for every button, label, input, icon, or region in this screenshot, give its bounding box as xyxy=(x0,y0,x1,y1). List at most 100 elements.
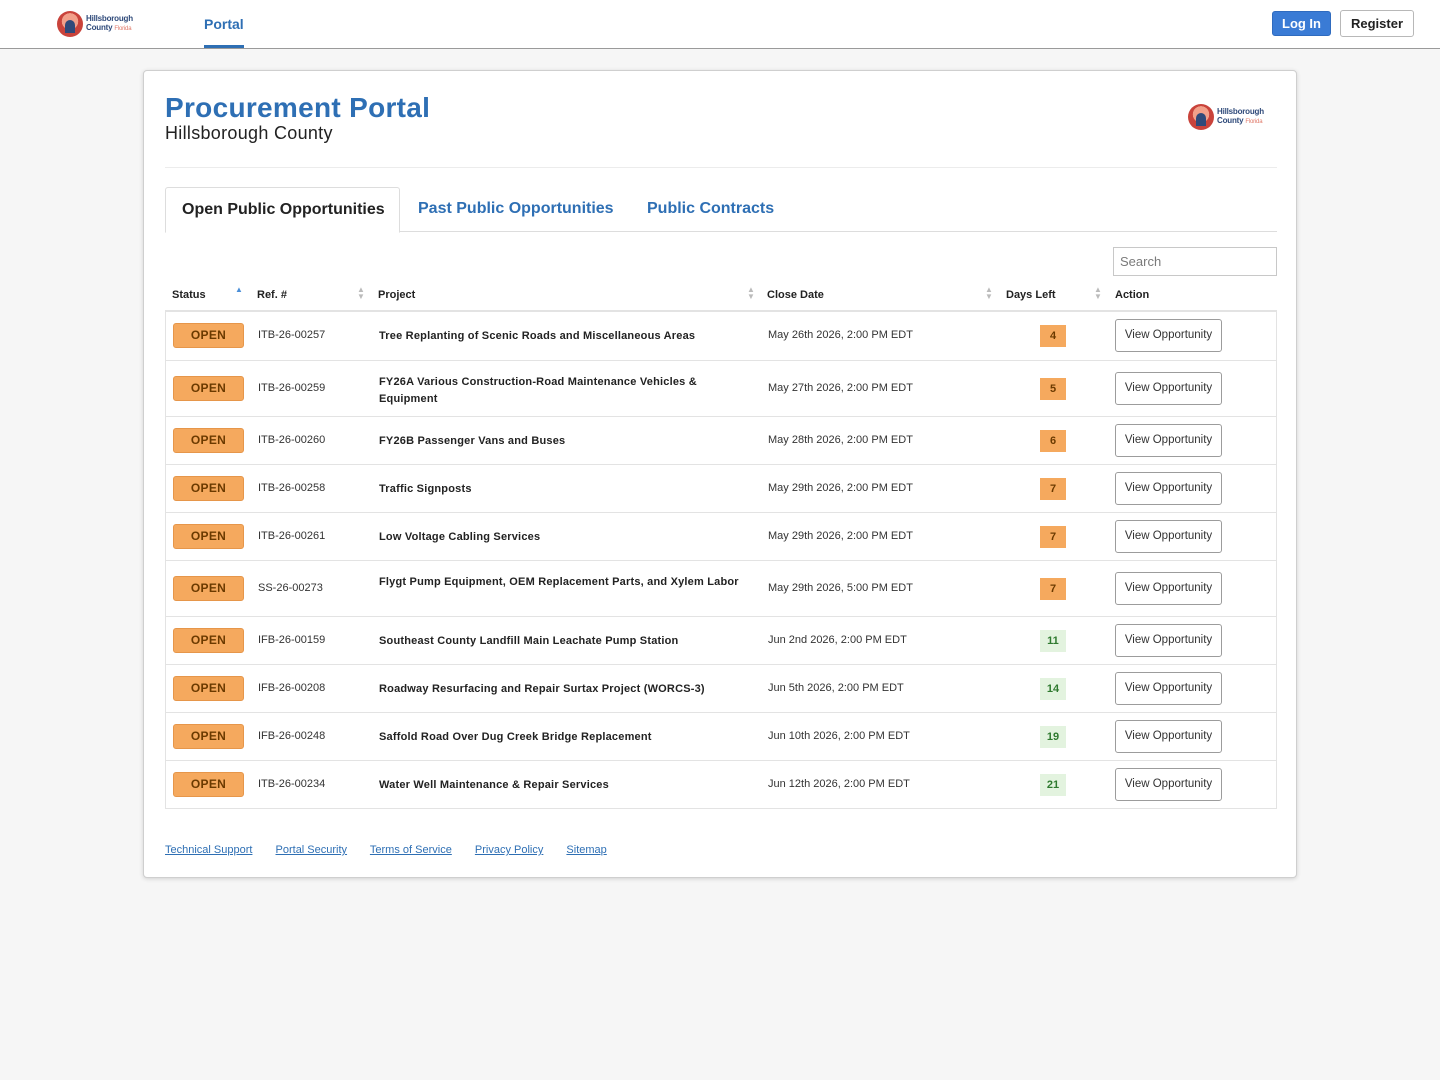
close-date: May 26th 2026, 2:00 PM EDT xyxy=(768,329,913,341)
sort-icon[interactable]: ▲ ▼ xyxy=(357,286,365,301)
project-name: Low Voltage Cabling Services xyxy=(379,531,541,543)
col-action: Action xyxy=(1115,289,1150,301)
days-left-badge: 11 xyxy=(1040,630,1066,652)
col-ref[interactable]: Ref. # xyxy=(257,289,287,301)
logo-sub: County xyxy=(86,23,113,32)
status-badge: OPEN xyxy=(173,476,244,501)
ref-number: ITB-26-00260 xyxy=(258,434,326,446)
project-name: Flygt Pump Equipment, OEM Replacement Pa… xyxy=(379,576,739,588)
col-status[interactable]: Status xyxy=(172,289,206,301)
view-opportunity-button[interactable]: View Opportunity xyxy=(1115,520,1222,553)
footer-link-sitemap[interactable]: Sitemap xyxy=(566,844,606,856)
login-button[interactable]: Log In xyxy=(1272,11,1331,36)
dome-logo-icon xyxy=(57,11,83,37)
project-name: Tree Replanting of Scenic Roads and Misc… xyxy=(379,330,696,342)
ref-number: ITB-26-00257 xyxy=(258,329,326,341)
header-divider xyxy=(165,167,1277,168)
table-row: OPEN ITB-26-00260 FY26B Passenger Vans and… xyxy=(166,416,1276,464)
footer-link-privacy[interactable]: Privacy Policy xyxy=(475,844,543,856)
ref-number: ITB-26-00261 xyxy=(258,530,326,542)
col-close-date[interactable]: Close Date xyxy=(767,289,824,301)
dome-logo-icon xyxy=(1188,104,1214,130)
close-date: May 29th 2026, 5:00 PM EDT xyxy=(768,582,913,594)
close-date: Jun 2nd 2026, 2:00 PM EDT xyxy=(768,634,907,646)
table-row: OPEN ITB-26-00259 FY26A Various Constructi… xyxy=(166,360,1276,416)
nav-portal-link[interactable]: Portal xyxy=(204,0,244,48)
register-button[interactable]: Register xyxy=(1340,10,1414,37)
status-badge: OPEN xyxy=(173,724,244,749)
days-left-badge: 21 xyxy=(1040,774,1066,796)
table-header: Status ▲ Ref. # ▲ ▼ Project ▲ ▼ Close Date… xyxy=(165,285,1277,312)
ref-number: IFB-26-00208 xyxy=(258,682,326,694)
status-badge: OPEN xyxy=(173,376,244,401)
logo-sub: County xyxy=(1217,116,1244,125)
opportunity-tabs: Open Public Opportunities Past Public Op… xyxy=(165,187,1277,233)
tab-past-opportunities[interactable]: Past Public Opportunities xyxy=(418,187,614,232)
status-badge: OPEN xyxy=(173,772,244,797)
page-title: Procurement Portal xyxy=(165,92,431,123)
table-row: OPEN ITB-26-00258 Traffic Signposts May 29t… xyxy=(166,464,1276,512)
view-opportunity-button[interactable]: View Opportunity xyxy=(1115,319,1222,352)
close-date: Jun 10th 2026, 2:00 PM EDT xyxy=(768,730,910,742)
project-name: Water Well Maintenance & Repair Services xyxy=(379,779,609,791)
ref-number: ITB-26-00259 xyxy=(258,382,326,394)
close-date: May 29th 2026, 2:00 PM EDT xyxy=(768,482,913,494)
days-left-badge: 14 xyxy=(1040,678,1066,700)
ref-number: SS-26-00273 xyxy=(258,582,323,594)
ref-number: ITB-26-00234 xyxy=(258,778,326,790)
table-row: OPEN IFB-26-00248 Saffold Road Over Dug Cr… xyxy=(166,712,1276,760)
days-left-badge: 6 xyxy=(1040,430,1066,452)
status-badge: OPEN xyxy=(173,323,244,348)
logo-name: Hillsborough xyxy=(1217,107,1264,116)
table-row: OPEN SS-26-00273 Flygt Pump Equipment, OEM… xyxy=(166,560,1276,616)
view-opportunity-button[interactable]: View Opportunity xyxy=(1115,572,1222,605)
days-left-badge: 7 xyxy=(1040,578,1066,600)
project-name: FY26B Passenger Vans and Buses xyxy=(379,435,566,447)
footer-link-technical-support[interactable]: Technical Support xyxy=(165,844,252,856)
close-date: May 29th 2026, 2:00 PM EDT xyxy=(768,530,913,542)
close-date: Jun 5th 2026, 2:00 PM EDT xyxy=(768,682,904,694)
tab-public-contracts[interactable]: Public Contracts xyxy=(647,187,774,232)
table-row: OPEN IFB-26-00159 Southeast County Landfil… xyxy=(166,616,1276,664)
portal-card: Procurement Portal Hillsborough County H… xyxy=(143,70,1297,878)
sort-icon[interactable]: ▲ ▼ xyxy=(985,286,993,301)
view-opportunity-button[interactable]: View Opportunity xyxy=(1115,624,1222,657)
days-left-badge: 5 xyxy=(1040,378,1066,400)
sort-icon[interactable]: ▲ ▼ xyxy=(1094,286,1102,301)
logo-fl: Florida xyxy=(1245,119,1263,125)
tab-open-opportunities[interactable]: Open Public Opportunities xyxy=(165,187,400,233)
project-name: Traffic Signposts xyxy=(379,483,472,495)
sort-icon[interactable]: ▲ ▼ xyxy=(747,286,755,301)
search-input[interactable] xyxy=(1113,247,1277,276)
status-badge: OPEN xyxy=(173,576,244,601)
ref-number: IFB-26-00159 xyxy=(258,634,326,646)
table-row: OPEN ITB-26-00234 Water Well Maintenance &… xyxy=(166,760,1276,808)
view-opportunity-button[interactable]: View Opportunity xyxy=(1115,768,1222,801)
days-left-badge: 19 xyxy=(1040,726,1066,748)
view-opportunity-button[interactable]: View Opportunity xyxy=(1115,472,1222,505)
status-badge: OPEN xyxy=(173,524,244,549)
top-navbar: Hillsborough County Florida Portal Log I… xyxy=(0,0,1440,49)
logo-name: Hillsborough xyxy=(86,14,133,23)
ref-number: IFB-26-00248 xyxy=(258,730,326,742)
footer-link-portal-security[interactable]: Portal Security xyxy=(276,844,348,856)
project-name: Saffold Road Over Dug Creek Bridge Repla… xyxy=(379,731,652,743)
view-opportunity-button[interactable]: View Opportunity xyxy=(1115,424,1222,457)
footer-link-terms[interactable]: Terms of Service xyxy=(370,844,452,856)
sort-asc-icon[interactable]: ▲ xyxy=(235,286,243,294)
table-row: OPEN ITB-26-00261 Low Voltage Cabling Serv… xyxy=(166,512,1276,560)
view-opportunity-button[interactable]: View Opportunity xyxy=(1115,720,1222,753)
project-name: Southeast County Landfill Main Leachate … xyxy=(379,635,679,647)
close-date: Jun 12th 2026, 2:00 PM EDT xyxy=(768,778,910,790)
days-left-badge: 7 xyxy=(1040,478,1066,500)
view-opportunity-button[interactable]: View Opportunity xyxy=(1115,672,1222,705)
page-subtitle: Hillsborough County xyxy=(165,123,333,143)
view-opportunity-button[interactable]: View Opportunity xyxy=(1115,372,1222,405)
close-date: May 28th 2026, 2:00 PM EDT xyxy=(768,434,913,446)
county-logo[interactable]: Hillsborough County Florida xyxy=(57,11,133,37)
status-badge: OPEN xyxy=(173,676,244,701)
col-project[interactable]: Project xyxy=(378,289,415,301)
col-days-left[interactable]: Days Left xyxy=(1006,289,1056,301)
table-row: OPEN ITB-26-00257 Tree Replanting of Sceni… xyxy=(166,312,1276,360)
project-name: FY26A Various Construction-Road Maintena… xyxy=(379,376,697,405)
